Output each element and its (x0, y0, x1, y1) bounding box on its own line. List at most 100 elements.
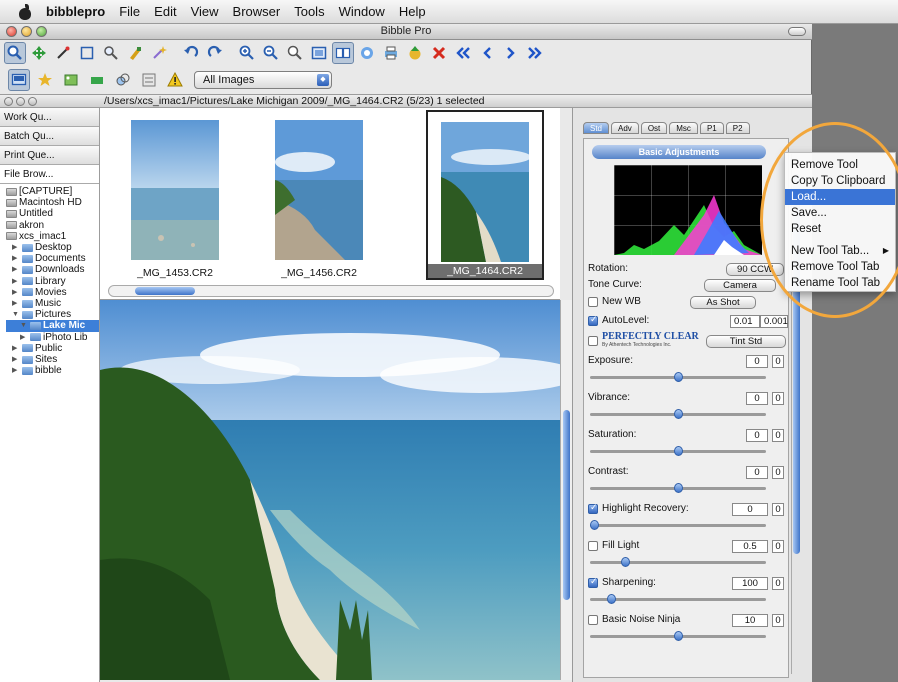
color-label-icon[interactable] (86, 69, 108, 91)
rotate-right-icon[interactable] (204, 42, 226, 64)
disclosure-triangle-icon[interactable]: ▶ (12, 343, 20, 354)
slider-reset-field[interactable]: 0 (772, 429, 784, 442)
last-image-icon[interactable] (524, 42, 546, 64)
menu-tools[interactable]: Tools (294, 4, 324, 19)
slider-value[interactable]: 100 (732, 577, 768, 590)
slider-track[interactable] (590, 372, 766, 382)
slider-checkbox[interactable] (588, 576, 598, 588)
zoom-in-icon[interactable] (236, 42, 258, 64)
slider-checkbox[interactable] (588, 614, 598, 625)
slider-reset-field[interactable]: 0 (772, 577, 784, 590)
next-image-icon[interactable] (500, 42, 522, 64)
menu-view[interactable]: View (191, 4, 219, 19)
autolevel-value-2[interactable]: 0.001 (760, 315, 788, 328)
slider-reset-field[interactable]: 0 (772, 392, 784, 405)
slider-track[interactable] (590, 446, 766, 456)
sort-icon[interactable] (138, 69, 160, 91)
disclosure-triangle-icon[interactable]: ▶ (12, 354, 20, 365)
tree-item[interactable]: ▶ Movies (6, 287, 99, 298)
toolbar-toggle-button[interactable] (788, 27, 806, 36)
slider-reset-field[interactable]: 0 (772, 503, 784, 516)
perfectly-clear-select[interactable]: Tint Std (706, 335, 786, 348)
batch-icon[interactable] (356, 42, 378, 64)
slider-reset-field[interactable]: 0 (772, 355, 784, 368)
delete-icon[interactable] (428, 42, 450, 64)
disclosure-triangle-icon[interactable]: ▶ (12, 365, 20, 376)
slider-thumb[interactable] (674, 483, 683, 493)
slider-track[interactable] (590, 594, 766, 604)
slider-track[interactable] (590, 483, 766, 493)
slider-reset-field[interactable]: 0 (772, 540, 784, 553)
menu-browser[interactable]: Browser (233, 4, 281, 19)
tree-item[interactable]: [CAPTURE] (6, 186, 99, 197)
warning-icon[interactable] (164, 69, 186, 91)
menu-app-name[interactable]: bibblepro (46, 4, 105, 19)
eyedropper-icon[interactable] (52, 42, 74, 64)
tab-std[interactable]: Std (583, 122, 610, 134)
export-icon[interactable] (404, 42, 426, 64)
thumbnail-item[interactable]: _MG_1453.CR2 (116, 110, 234, 280)
scrollbar-thumb[interactable] (135, 287, 195, 295)
tree-item[interactable]: ▼ Pictures (6, 309, 99, 320)
tree-item[interactable]: ▶ Sites (6, 354, 99, 365)
menu-window[interactable]: Window (339, 4, 385, 19)
tree-item[interactable]: ▶ Documents (6, 253, 99, 264)
scrollbar-thumb[interactable] (563, 410, 570, 600)
slider-value[interactable]: 0 (746, 392, 768, 405)
tree-item[interactable]: akron (6, 220, 99, 231)
slider-track[interactable] (590, 557, 766, 567)
tree-item[interactable]: ▶ bibble (6, 365, 99, 376)
preview-scrollbar[interactable] (560, 300, 572, 680)
image-preview[interactable] (100, 300, 562, 680)
slider-thumb[interactable] (674, 631, 683, 641)
slider-value[interactable]: 0.5 (732, 540, 768, 553)
crop-icon[interactable] (76, 42, 98, 64)
tab-print-queue[interactable]: Print Que... (0, 146, 99, 165)
tree-item[interactable]: xcs_imac1 (6, 231, 99, 242)
tab-work-queue[interactable]: Work Qu... (0, 108, 99, 127)
autolevel-value-1[interactable]: 0.01 (730, 315, 760, 328)
apple-icon[interactable] (18, 3, 32, 20)
thumbnail-scrollbar[interactable] (108, 285, 554, 297)
tab-batch-queue[interactable]: Batch Qu... (0, 127, 99, 146)
tree-item[interactable]: ▶ Downloads (6, 264, 99, 275)
tab-msc[interactable]: Msc (669, 122, 698, 134)
region-zoom-icon[interactable] (100, 42, 122, 64)
star-rating-icon[interactable] (34, 69, 56, 91)
pane-min-button[interactable] (16, 97, 25, 106)
tree-item[interactable]: Macintosh HD (6, 197, 99, 208)
disclosure-triangle-icon[interactable]: ▶ (20, 332, 28, 343)
print-icon[interactable] (380, 42, 402, 64)
slider-thumb[interactable] (589, 520, 599, 530)
slider-thumb[interactable] (674, 409, 683, 419)
disclosure-triangle-icon[interactable]: ▶ (12, 276, 20, 287)
tree-item[interactable]: ▶ Public (6, 343, 99, 354)
zoom-out-icon[interactable] (260, 42, 282, 64)
tab-file-browser[interactable]: File Brow... (0, 165, 99, 184)
slider-value[interactable]: 0 (746, 355, 768, 368)
zoom-tool-icon[interactable] (4, 42, 26, 64)
compare-view-icon[interactable] (332, 42, 354, 64)
tree-item[interactable]: ▶ Music (6, 298, 99, 309)
slider-value[interactable]: 0 (732, 503, 768, 516)
slider-reset-field[interactable]: 0 (772, 466, 784, 479)
slider-value[interactable]: 0 (746, 429, 768, 442)
pane-close-button[interactable] (4, 97, 13, 106)
perfectly-clear-checkbox[interactable] (588, 336, 598, 346)
menu-help[interactable]: Help (399, 4, 426, 19)
wand-icon[interactable] (148, 42, 170, 64)
fit-window-icon[interactable] (308, 42, 330, 64)
tree-item[interactable]: ▼ Lake Mic (6, 320, 99, 332)
zoom-actual-icon[interactable] (284, 42, 306, 64)
slider-thumb[interactable] (621, 557, 631, 567)
white-balance-select[interactable]: As Shot (690, 296, 756, 309)
previous-image-icon[interactable] (476, 42, 498, 64)
pane-max-button[interactable] (28, 97, 37, 106)
slider-track[interactable] (589, 520, 766, 530)
slider-checkbox[interactable] (588, 502, 598, 514)
tree-item[interactable]: ▶ iPhoto Lib (6, 332, 99, 343)
tag-icon[interactable] (60, 69, 82, 91)
slider-value[interactable]: 0 (746, 466, 768, 479)
first-image-icon[interactable] (452, 42, 474, 64)
new-wb-checkbox[interactable] (588, 296, 598, 307)
